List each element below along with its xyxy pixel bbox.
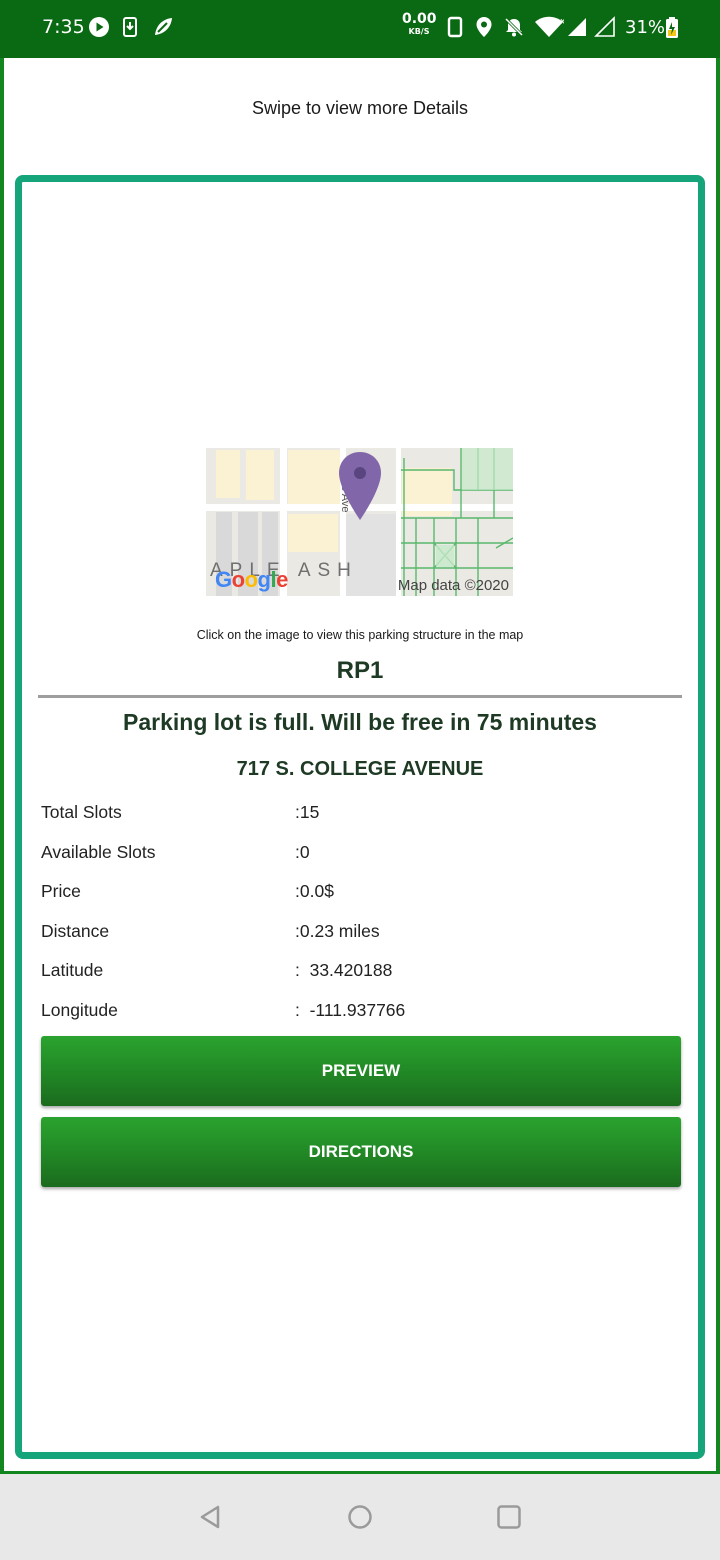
divider	[38, 695, 682, 698]
detail-value: : -111.937766	[295, 1000, 406, 1020]
detail-label: Latitude	[41, 960, 104, 980]
detail-value: : 33.420188	[295, 960, 393, 980]
parking-status: Parking lot is full. Will be free in 75 …	[123, 709, 597, 735]
battery-percent: 31%	[625, 17, 666, 38]
phone-icon	[447, 16, 463, 38]
detail-label: Longitude	[41, 1000, 118, 1020]
network-speed-unit: KB/S	[408, 27, 430, 36]
directions-button[interactable]: DIRECTIONS	[41, 1117, 681, 1187]
back-icon[interactable]	[196, 1502, 226, 1532]
map-thumbnail[interactable]: rtle Ave APLE ASH Google Map data ©2020	[206, 448, 513, 596]
battery-charging-icon	[666, 17, 678, 38]
location-pin-icon	[476, 17, 492, 37]
parking-lot-name: RP1	[336, 657, 384, 684]
leaf-icon	[155, 18, 172, 35]
swipe-hint: Swipe to view more Details	[251, 98, 469, 118]
detail-value: :0.23 miles	[295, 921, 380, 941]
signal-icon-2	[594, 16, 615, 37]
wifi-icon: x	[535, 16, 564, 37]
status-time: 7:35	[42, 16, 85, 38]
detail-row-total-slots: Total Slots :15	[41, 802, 681, 826]
detail-label: Available Slots	[41, 842, 156, 862]
navigation-bar	[0, 1474, 720, 1560]
detail-row-longitude: Longitude : -111.937766	[41, 1000, 681, 1024]
recents-icon[interactable]	[494, 1502, 524, 1532]
status-bar: 7:35 0.00 KB/S x 31%	[0, 0, 720, 58]
home-icon[interactable]	[345, 1502, 375, 1532]
detail-row-available-slots: Available Slots :0	[41, 842, 681, 866]
detail-row-price: Price :0.0$	[41, 881, 681, 905]
detail-label: Total Slots	[41, 802, 122, 822]
network-speed: 0.00 KB/S	[402, 11, 437, 36]
notifications-off-icon	[504, 17, 524, 37]
svg-text:x: x	[560, 17, 564, 27]
detail-value: :15	[295, 802, 320, 822]
detail-row-latitude: Latitude : 33.420188	[41, 960, 681, 984]
detail-label: Price	[41, 881, 81, 901]
map-data-attribution: Map data ©2020	[397, 577, 509, 594]
parking-address: 717 S. COLLEGE AVENUE	[236, 758, 484, 780]
detail-label: Distance	[41, 921, 110, 941]
download-icon	[123, 17, 137, 37]
network-speed-value: 0.00	[402, 11, 437, 27]
detail-value: :0.0$	[295, 881, 334, 901]
detail-value: :0	[295, 842, 310, 862]
play-circle-icon	[89, 17, 109, 37]
preview-button[interactable]: PREVIEW	[41, 1036, 681, 1106]
map-hint: Click on the image to view this parking …	[196, 628, 524, 642]
detail-row-distance: Distance :0.23 miles	[41, 921, 681, 945]
google-logo: Google	[215, 567, 288, 592]
signal-icon	[568, 18, 586, 36]
